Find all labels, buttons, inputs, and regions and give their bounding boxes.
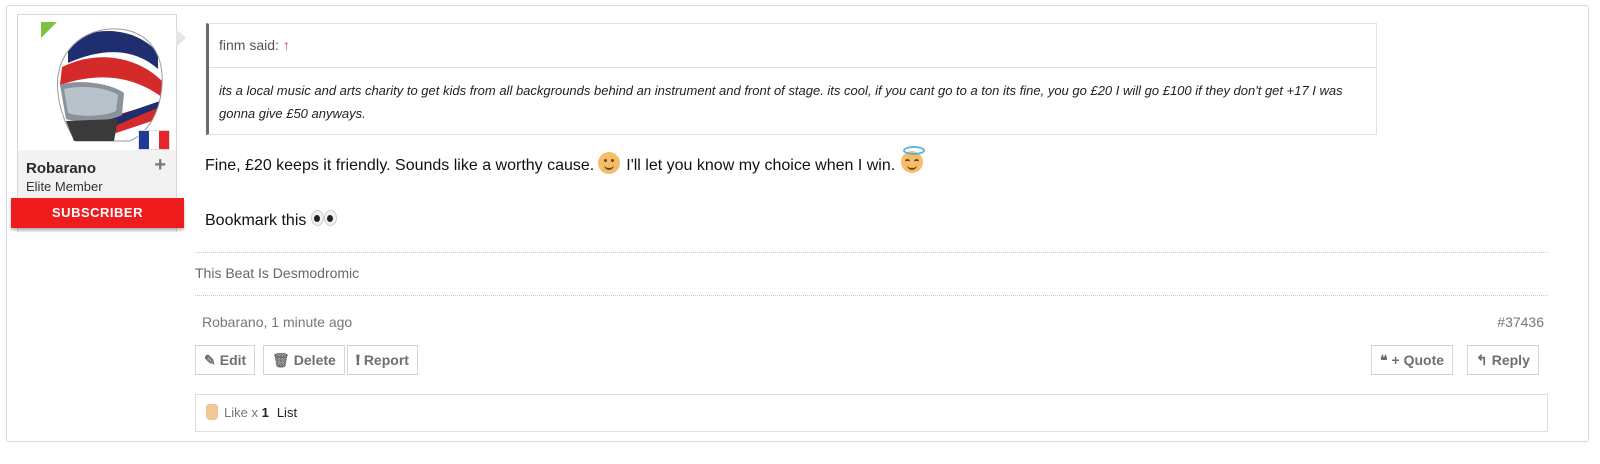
post-author-time[interactable]: Robarano, 1 minute ago bbox=[202, 314, 352, 330]
france-flag-icon bbox=[138, 130, 170, 150]
divider bbox=[195, 295, 1548, 296]
reply-arrow-icon: ↰ bbox=[1476, 352, 1488, 368]
reply-label: Reply bbox=[1491, 352, 1530, 368]
message-line-1: Fine, £20 keeps it friendly. Sounds like… bbox=[205, 145, 927, 181]
eyes-emoji-icon bbox=[310, 208, 338, 226]
pencil-icon: ✎ bbox=[204, 352, 216, 368]
report-label: Report bbox=[363, 352, 409, 368]
quote-author: finm said: bbox=[219, 37, 279, 53]
delete-label: Delete bbox=[293, 352, 336, 368]
username[interactable]: Robarano bbox=[26, 160, 96, 177]
like-prefix: Like x bbox=[224, 405, 258, 420]
likes-list-link[interactable]: List bbox=[277, 405, 297, 420]
follow-plus-icon[interactable]: + bbox=[154, 154, 166, 177]
likes-bar: Like x 1 List bbox=[195, 394, 1548, 432]
forum-post: Robarano + Elite Member SUBSCRIBER finm … bbox=[6, 5, 1589, 442]
user-card: Robarano + Elite Member SUBSCRIBER bbox=[11, 14, 186, 232]
warning-circle-icon: ❗︎ bbox=[356, 352, 360, 368]
report-button[interactable]: ❗︎ Report bbox=[347, 345, 418, 375]
quote-block: finm said: ↑ its a local music and arts c… bbox=[206, 23, 1377, 135]
thumbs-up-icon bbox=[206, 403, 218, 420]
reply-button[interactable]: ↰ Reply bbox=[1467, 345, 1539, 375]
angel-emoji-icon bbox=[901, 145, 926, 173]
quote-text: its a local music and arts charity to ge… bbox=[219, 83, 1343, 121]
edit-label: Edit bbox=[219, 352, 247, 368]
message-text-1: Fine, £20 keeps it friendly. Sounds like… bbox=[205, 157, 595, 174]
subscriber-badge: SUBSCRIBER bbox=[11, 198, 184, 228]
user-title: Elite Member bbox=[26, 179, 103, 194]
user-info: Robarano + Elite Member SUBSCRIBER bbox=[11, 150, 184, 232]
smile-emoji-icon bbox=[598, 151, 621, 174]
edit-button[interactable]: ✎ Edit bbox=[195, 345, 256, 375]
post-number-link[interactable]: #37436 bbox=[1497, 314, 1544, 330]
message-text-2: I'll let you know my choice when I win. bbox=[626, 157, 896, 174]
quote-label: + Quote bbox=[1391, 352, 1445, 368]
avatar[interactable] bbox=[48, 23, 168, 147]
delete-button[interactable]: 🗑︎ Delete bbox=[263, 345, 345, 375]
quote-header: finm said: ↑ bbox=[209, 24, 1376, 68]
signature: This Beat Is Desmodromic bbox=[195, 265, 360, 281]
trash-icon: 🗑︎ bbox=[272, 352, 290, 368]
jump-to-quote-arrow-icon[interactable]: ↑ bbox=[283, 37, 290, 53]
message-line-2: Bookmark this bbox=[205, 206, 338, 236]
like-count: 1 bbox=[261, 405, 269, 420]
quote-button[interactable]: ❝ + Quote bbox=[1371, 345, 1454, 375]
quote-icon: ❝ bbox=[1380, 352, 1388, 368]
message-text-3: Bookmark this bbox=[205, 212, 307, 229]
divider bbox=[195, 252, 1548, 253]
